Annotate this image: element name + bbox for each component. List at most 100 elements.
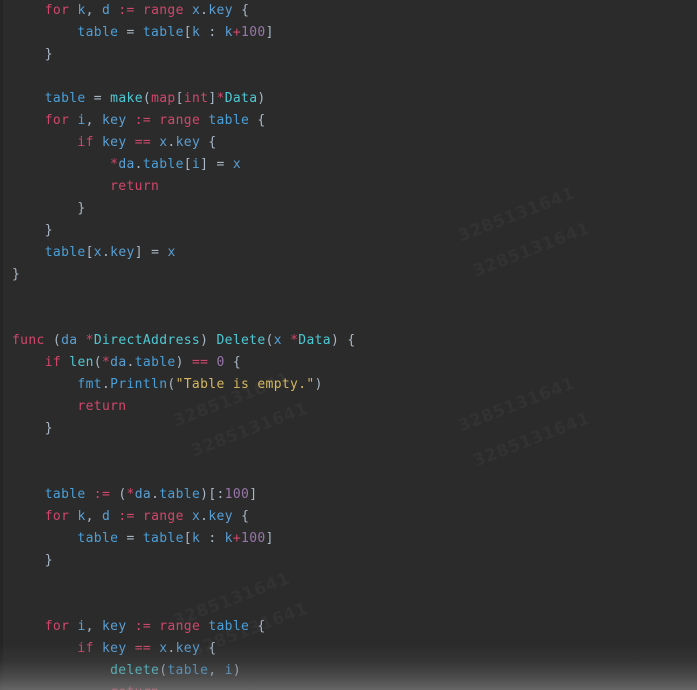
code-line-blank[interactable] [0,286,697,308]
code-line[interactable]: for k, d := range x.key { [0,506,697,528]
code-line[interactable]: if key == x.key { [0,638,697,660]
code-token-punctuation [77,333,85,348]
code-line[interactable]: for i, key := range table { [0,110,697,132]
code-line[interactable]: fmt.Println("Table is empty.") [0,374,697,396]
code-token-punctuation: , [85,3,102,18]
code-token-parameter: k [224,531,233,546]
code-line[interactable]: return [0,682,697,690]
code-token-punctuation [184,3,192,18]
code-token-keyword: if [44,355,62,370]
code-line[interactable]: table = table[k : k+100] [0,528,697,550]
code-line[interactable]: table = make(map[int]*Data) [0,88,697,110]
code-token-keyword: return [110,685,159,690]
code-token-keyword: map [151,91,176,106]
code-token-parameter: d [101,509,111,524]
code-line[interactable]: table = table[k : k+100] [0,22,697,44]
code-line[interactable]: return [0,396,697,418]
source-code-block[interactable]: for k, d := range x.key { table = table[… [0,0,697,690]
code-token-punctuation: )[: [200,487,225,502]
code-token-punctuation: { [249,619,266,634]
code-line[interactable]: } [0,264,697,286]
code-token-punctuation [102,91,110,106]
code-token-number: 100 [224,487,250,502]
code-token-keyword: if [77,135,94,150]
code-token-punctuation: ) [175,355,192,370]
code-token-punctuation: ) [232,663,241,678]
code-token-punctuation: ] [265,25,274,40]
code-line-blank[interactable] [0,594,697,616]
code-line[interactable]: return [0,176,697,198]
code-token-type: delete [110,663,160,678]
code-token-keyword: if [77,641,94,656]
code-line-blank[interactable] [0,440,697,462]
code-token-punctuation: } [44,553,53,568]
code-line[interactable]: table[x.key] = x [0,242,697,264]
code-token-punctuation: : [200,25,225,40]
code-line-blank[interactable] [0,308,697,330]
code-line-blank[interactable] [0,66,697,88]
code-line[interactable]: } [0,198,697,220]
code-token-parameter: i [77,619,86,634]
code-token-punctuation: ( [142,91,152,106]
code-token-number: 100 [241,25,266,40]
code-token-keyword: * [216,91,225,106]
code-token-keyword: range [159,619,201,634]
code-line[interactable]: *da.table[i] = x [0,154,697,176]
code-token-punctuation: ( [167,377,176,392]
code-token-punctuation: . [101,377,111,392]
code-token-keyword: for [44,619,70,634]
code-token-keyword: == [191,355,209,370]
code-token-number: 100 [241,531,266,546]
code-line[interactable]: } [0,44,697,66]
code-token-type: Delete [216,333,266,348]
code-token-punctuation [208,355,216,370]
code-line[interactable]: func (da *DirectAddress) Delete(x *Data)… [0,330,697,352]
code-token-variable: table [142,157,184,172]
code-token-punctuation [86,91,94,106]
code-token-punctuation: [ [183,157,192,172]
code-token-punctuation: . [101,245,111,260]
code-token-punctuation [127,135,135,150]
code-line[interactable]: if len(*da.table) == 0 { [0,352,697,374]
code-token-punctuation: [ [183,531,192,546]
code-line-blank[interactable] [0,572,697,594]
code-line[interactable]: } [0,550,697,572]
code-token-keyword: func [12,333,45,348]
code-token-type: make [110,91,143,106]
code-token-punctuation [118,531,126,546]
code-token-punctuation: : [200,531,225,546]
code-token-punctuation [94,641,102,656]
code-token-keyword: := [118,3,135,18]
code-line[interactable]: for i, key := range table { [0,616,697,638]
code-line[interactable]: delete(table, i) [0,660,697,682]
code-token-keyword: for [44,113,70,128]
code-line[interactable]: } [0,220,697,242]
code-line[interactable]: for k, d := range x.key { [0,0,697,22]
code-line[interactable]: table := (*da.table)[:100] [0,484,697,506]
code-token-variable: Println [110,377,168,392]
code-token-punctuation: . [126,355,135,370]
code-token-punctuation: [ [175,91,184,106]
code-line-blank[interactable] [0,462,697,484]
code-token-punctuation: { [249,113,266,128]
code-token-punctuation: ) [257,91,266,106]
code-token-variable: table [142,531,184,546]
code-line[interactable]: if key == x.key { [0,132,697,154]
code-token-keyword: for [44,3,70,18]
code-line[interactable]: } [0,418,697,440]
code-token-variable: table [44,487,86,502]
code-token-punctuation [127,113,135,128]
code-token-parameter: key [208,509,233,524]
code-token-keyword: * [85,333,94,348]
code-viewer[interactable]: 3285131641 3285131641 3285131641 3285131641… [0,0,697,690]
code-token-punctuation: ] [134,245,143,260]
